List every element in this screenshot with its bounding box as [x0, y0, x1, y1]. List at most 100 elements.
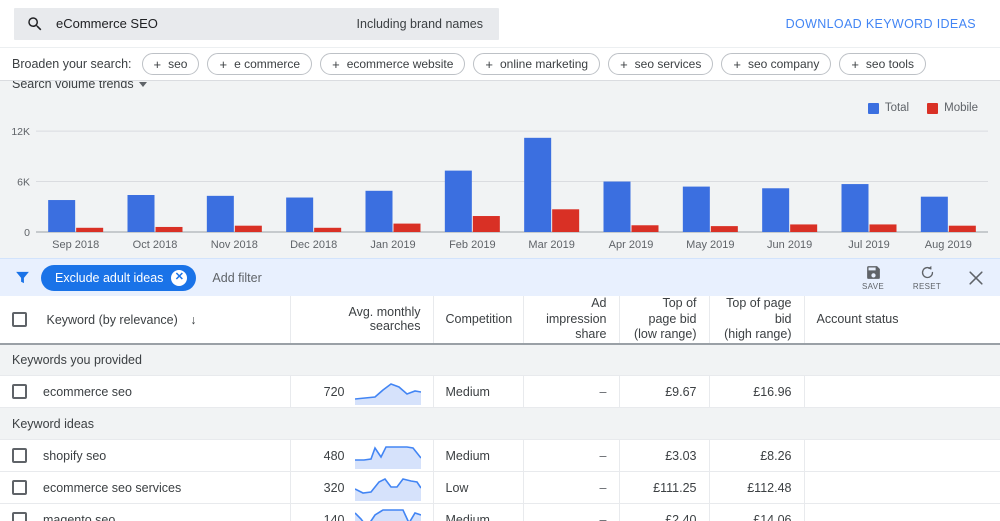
- searches-value: 720: [324, 385, 345, 399]
- broaden-chip-2[interactable]: +ecommerce website: [320, 53, 465, 75]
- search-row: eCommerce SEO Including brand names DOWN…: [0, 0, 1000, 47]
- filter-bar: Exclude adult ideas ✕ Add filter SAVE RE…: [0, 258, 1000, 296]
- header-line-2: (low range): [632, 327, 697, 343]
- bar-mobile-8: [711, 226, 738, 232]
- column-header-keyword[interactable]: Keyword (by relevance) ↓: [0, 296, 290, 344]
- keyword-search-box[interactable]: eCommerce SEO Including brand names: [14, 8, 499, 40]
- searches-value: 140: [324, 513, 345, 521]
- column-header-bid-low[interactable]: Top of page bid (low range): [619, 296, 709, 344]
- reset-filter-button[interactable]: RESET: [910, 264, 944, 291]
- column-header-account-status[interactable]: Account status: [804, 296, 1000, 344]
- cell-avg-monthly-searches: 480: [290, 440, 433, 472]
- bar-total-3: [286, 198, 313, 232]
- bar-mobile-7: [632, 225, 659, 232]
- chip-label: seo services: [635, 57, 702, 71]
- y-axis-tick-label: 6K: [17, 177, 30, 189]
- close-icon[interactable]: [966, 268, 986, 288]
- bar-total-7: [604, 182, 631, 232]
- keyword-ideas-table: Keyword (by relevance) ↓ Avg. monthly se…: [0, 296, 1000, 521]
- broaden-chip-3[interactable]: +online marketing: [473, 53, 600, 75]
- column-header-avg-monthly-searches[interactable]: Avg. monthly searches: [290, 296, 433, 344]
- plus-icon: +: [219, 58, 227, 71]
- bar-mobile-3: [314, 228, 341, 232]
- column-header-competition[interactable]: Competition: [433, 296, 523, 344]
- broaden-chip-6[interactable]: + seo tools: [839, 53, 926, 75]
- x-axis-tick-label: Jul 2019: [848, 239, 890, 251]
- search-volume-sparkline: [355, 475, 421, 501]
- x-axis-tick-label: Mar 2019: [528, 239, 574, 251]
- row-checkbox[interactable]: [12, 480, 27, 495]
- cell-bid-high: £8.26: [709, 440, 804, 472]
- row-checkbox[interactable]: [12, 512, 27, 521]
- table-row[interactable]: magento seo140Medium–£2.40£14.06: [0, 504, 1000, 521]
- table-header-row: Keyword (by relevance) ↓ Avg. monthly se…: [0, 296, 1000, 344]
- column-header-bid-high[interactable]: Top of page bid (high range): [709, 296, 804, 344]
- header-line-1: Top of page bid: [632, 296, 697, 327]
- cell-bid-low: £111.25: [619, 472, 709, 504]
- plus-icon: +: [851, 58, 859, 71]
- column-header-ad-impression-share[interactable]: Ad impression share: [523, 296, 619, 344]
- chip-label: seo tools: [866, 57, 914, 71]
- header-line-1: Ad impression: [536, 296, 607, 327]
- searches-value: 480: [324, 449, 345, 463]
- keyword-label: shopify seo: [43, 449, 106, 463]
- search-icon: [26, 15, 44, 33]
- row-checkbox[interactable]: [12, 448, 27, 463]
- broaden-chip-0[interactable]: +seo: [142, 53, 200, 75]
- cell-account-status: [804, 440, 1000, 472]
- x-axis-tick-label: May 2019: [686, 239, 734, 251]
- table-row[interactable]: ecommerce seo720Medium–£9.67£16.96: [0, 376, 1000, 408]
- bar-total-9: [762, 188, 789, 232]
- x-axis-tick-label: Feb 2019: [449, 239, 495, 251]
- cell-ad-impression-share: –: [523, 504, 619, 521]
- broaden-label: Broaden your search:: [12, 57, 132, 71]
- bar-mobile-6: [552, 209, 579, 232]
- including-brand-names-label[interactable]: Including brand names: [357, 17, 487, 31]
- add-filter-button[interactable]: Add filter: [212, 271, 261, 285]
- cell-bid-high: £14.06: [709, 504, 804, 521]
- plus-icon: +: [485, 58, 493, 71]
- filter-actions: SAVE RESET: [856, 264, 990, 291]
- x-axis-tick-label: Sep 2018: [52, 239, 99, 251]
- cell-competition: Medium: [433, 376, 523, 408]
- search-input-value[interactable]: eCommerce SEO: [56, 16, 357, 31]
- search-volume-bar-chart: 06K12KSep 2018Oct 2018Nov 2018Dec 2018Ja…: [0, 81, 1000, 258]
- reset-icon: [919, 264, 936, 281]
- bar-mobile-4: [394, 224, 421, 232]
- table-row[interactable]: shopify seo480Medium–£3.03£8.26: [0, 440, 1000, 472]
- cell-bid-low: £3.03: [619, 440, 709, 472]
- row-checkbox[interactable]: [12, 384, 27, 399]
- cell-bid-low: £9.67: [619, 376, 709, 408]
- table-group-header: Keyword ideas: [0, 408, 1000, 440]
- table-group-label: Keywords you provided: [0, 344, 1000, 376]
- x-axis-tick-label: Dec 2018: [290, 239, 337, 251]
- broaden-chip-5[interactable]: +seo company: [721, 53, 831, 75]
- active-filter-chip[interactable]: Exclude adult ideas ✕: [41, 265, 196, 291]
- bar-mobile-0: [76, 228, 103, 232]
- broaden-chip-1[interactable]: +e commerce: [207, 53, 312, 75]
- bar-mobile-1: [156, 227, 183, 232]
- download-keyword-ideas-button[interactable]: DOWNLOAD KEYWORD IDEAS: [786, 17, 986, 31]
- table-body: Keywords you providedecommerce seo720Med…: [0, 344, 1000, 521]
- chip-label: seo: [168, 57, 187, 71]
- y-axis-tick-label: 12K: [11, 126, 30, 138]
- select-all-checkbox[interactable]: [12, 312, 27, 327]
- search-volume-trends-panel: Search volume trends Total Mobile 06K12K…: [0, 80, 1000, 258]
- cell-ad-impression-share: –: [523, 440, 619, 472]
- cell-account-status: [804, 504, 1000, 521]
- chip-label: ecommerce website: [347, 57, 454, 71]
- bar-total-1: [128, 195, 155, 232]
- cell-bid-low: £2.40: [619, 504, 709, 521]
- close-circle-icon[interactable]: ✕: [171, 270, 187, 286]
- save-icon: [865, 264, 882, 281]
- cell-keyword: ecommerce seo services: [0, 472, 290, 504]
- cell-competition: Low: [433, 472, 523, 504]
- broaden-chip-4[interactable]: +seo services: [608, 53, 713, 75]
- bar-total-2: [207, 196, 234, 232]
- filter-funnel-icon[interactable]: [14, 269, 31, 286]
- sort-descending-icon[interactable]: ↓: [190, 313, 196, 327]
- table-row[interactable]: ecommerce seo services320Low–£111.25£112…: [0, 472, 1000, 504]
- search-volume-sparkline: [355, 507, 421, 521]
- save-filter-button[interactable]: SAVE: [856, 264, 890, 291]
- bar-total-6: [524, 138, 551, 232]
